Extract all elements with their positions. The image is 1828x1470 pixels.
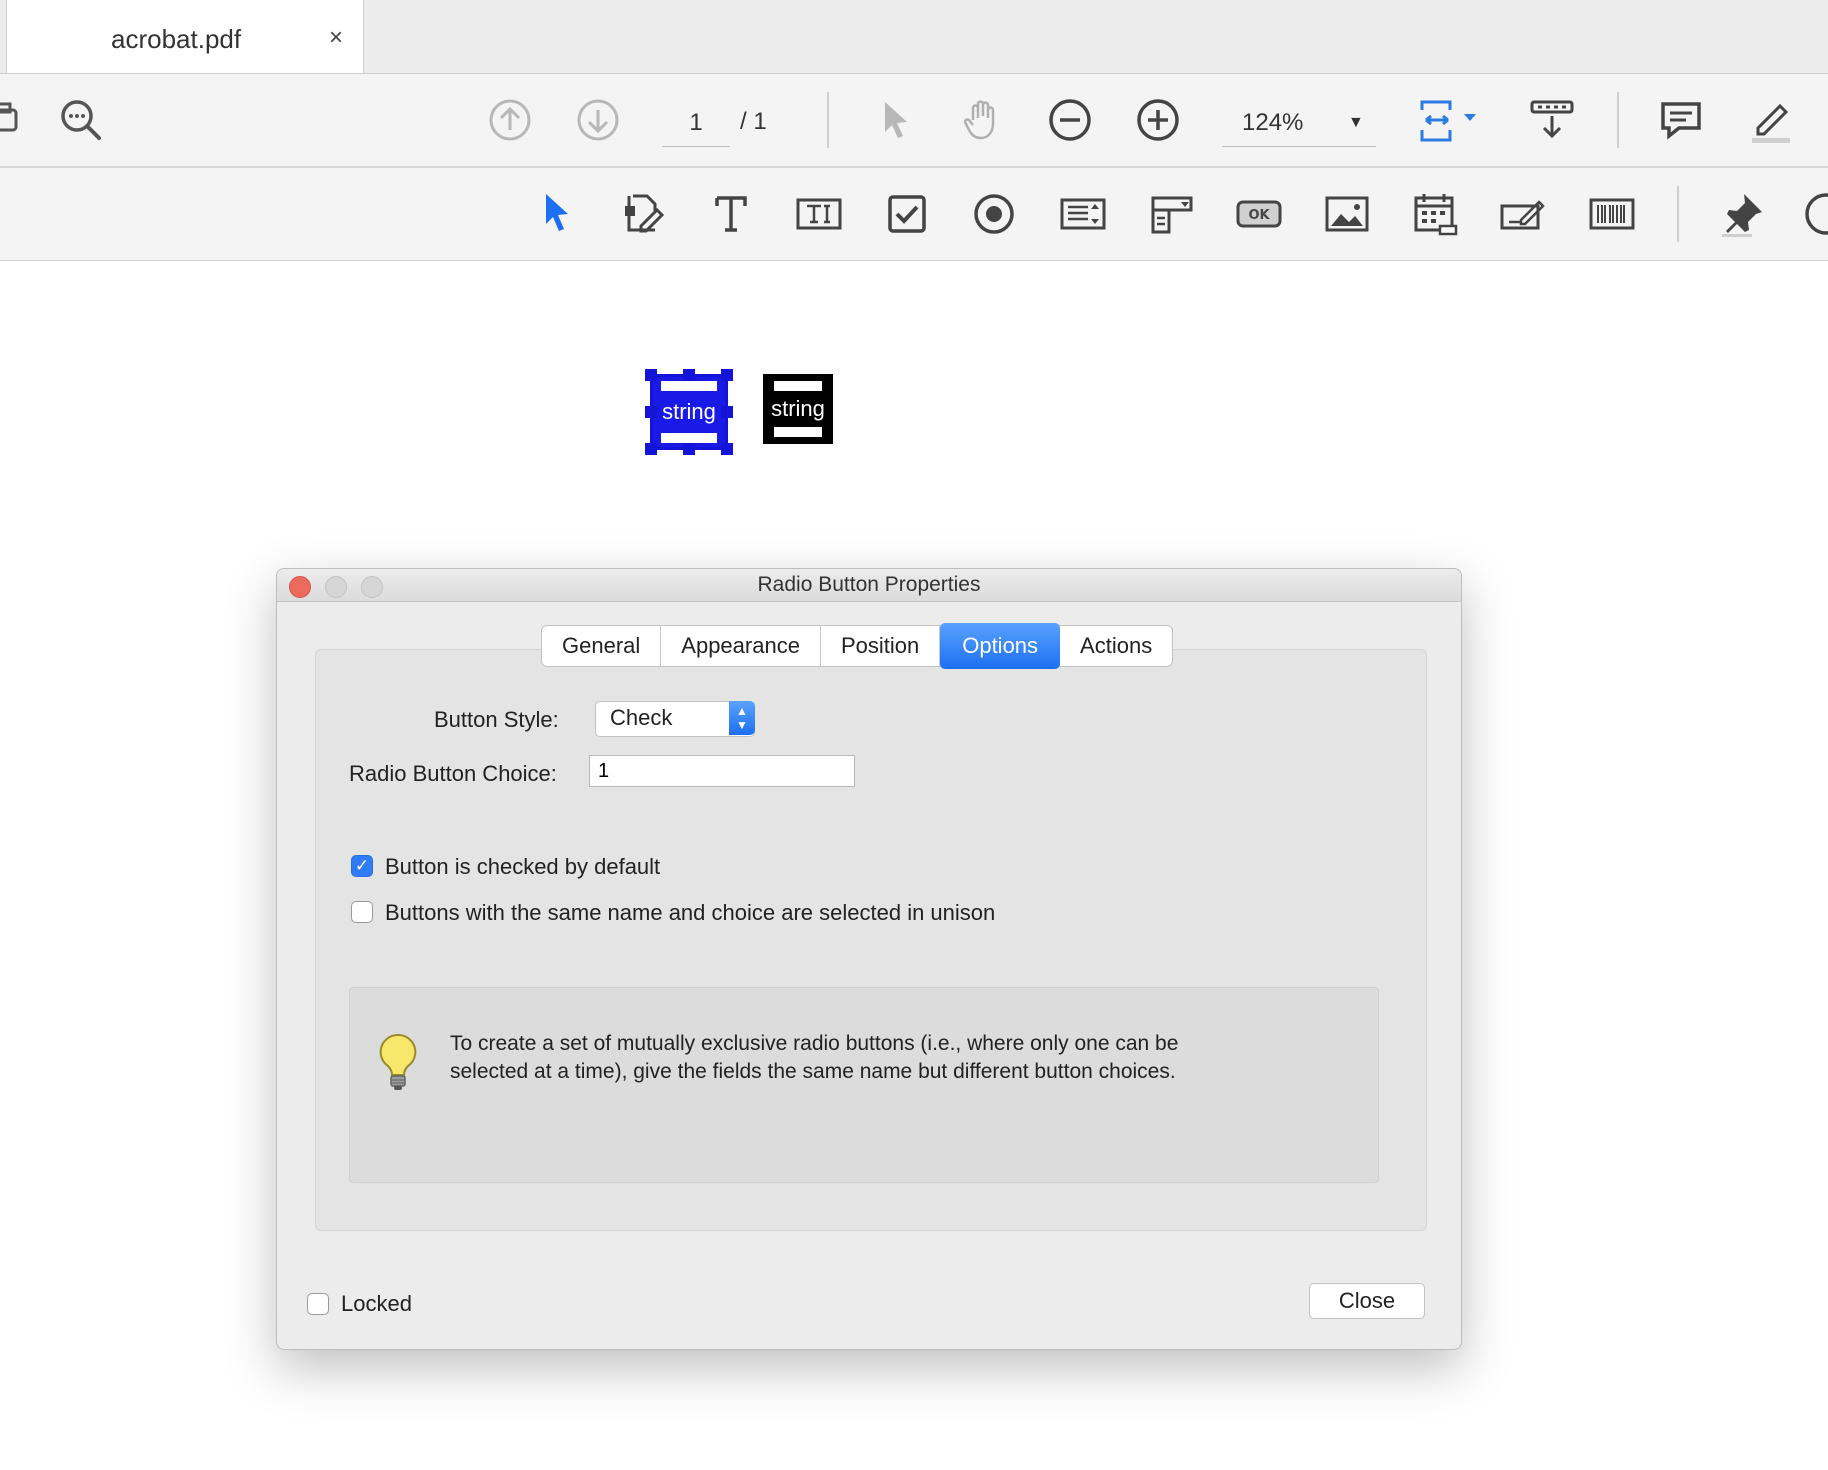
button-style-label: Button Style: — [434, 707, 559, 732]
tab-bar: General Appearance Position Options Acti… — [541, 623, 1174, 669]
field-selected-label: string — [662, 399, 716, 424]
dialog-title: Radio Button Properties — [757, 573, 981, 596]
tip-text: To create a set of mutually exclusive ra… — [450, 1030, 1340, 1086]
checked-by-default-checkbox[interactable]: ✓ — [351, 855, 373, 877]
unison-label: Buttons with the same name and choice ar… — [385, 900, 996, 925]
button-style-value: Check — [610, 705, 673, 730]
image-icon[interactable] — [1321, 188, 1373, 240]
zoom-dropdown[interactable]: 124% ▼ — [1222, 100, 1376, 147]
dialog-titlebar[interactable]: Radio Button Properties — [277, 569, 1461, 602]
comment-icon[interactable] — [1655, 94, 1707, 146]
tab-strip: acrobat.pdf × — [0, 0, 1828, 74]
close-button[interactable]: Close — [1309, 1283, 1425, 1319]
edit-form-icon[interactable] — [617, 188, 669, 240]
page-number-input[interactable]: 1 — [662, 100, 730, 147]
locked-checkbox[interactable] — [307, 1293, 329, 1315]
locked-label: Locked — [341, 1291, 412, 1316]
resize-handle[interactable] — [645, 406, 657, 418]
lightbulb-icon — [379, 1033, 417, 1090]
select-object-icon[interactable] — [530, 188, 582, 240]
field-plain-label: string — [771, 396, 825, 421]
zoom-out-icon[interactable] — [1044, 94, 1096, 146]
radio-button-choice-label: Radio Button Choice: — [349, 761, 557, 786]
print-icon[interactable] — [0, 94, 30, 146]
unison-checkbox[interactable] — [351, 901, 373, 923]
checked-by-default-label: Button is checked by default — [385, 854, 661, 879]
separator — [827, 92, 829, 148]
text-field-icon[interactable] — [793, 188, 845, 240]
chevron-down-icon: ▼ — [1348, 114, 1364, 131]
hand-icon[interactable] — [957, 94, 1009, 146]
separator — [1617, 92, 1619, 148]
resize-handle[interactable] — [645, 369, 657, 381]
resize-handle[interactable] — [721, 406, 733, 418]
barcode-icon[interactable] — [1586, 188, 1638, 240]
tab-general[interactable]: General — [542, 626, 662, 666]
document-tab[interactable]: acrobat.pdf × — [6, 0, 364, 73]
resize-handle[interactable] — [721, 443, 733, 455]
field-bar-bottom — [774, 427, 822, 437]
text-icon[interactable] — [705, 188, 757, 240]
tab-appearance[interactable]: Appearance — [661, 626, 821, 666]
resize-handle[interactable] — [683, 369, 695, 381]
signature-icon[interactable] — [1497, 188, 1549, 240]
highlight-icon[interactable] — [1744, 94, 1796, 146]
checkbox-icon[interactable] — [881, 188, 933, 240]
zoom-value: 124% — [1242, 109, 1304, 136]
field-bar-top — [774, 381, 822, 391]
tab-position[interactable]: Position — [821, 626, 941, 666]
document-tab-title: acrobat.pdf — [111, 24, 242, 54]
page-up-icon[interactable] — [484, 94, 536, 146]
main-toolbar: 1 / 1 124% ▼ — [0, 74, 1828, 168]
separator — [1677, 186, 1679, 242]
radio-field-selected[interactable]: string — [645, 369, 733, 455]
resize-handle[interactable] — [645, 443, 657, 455]
fit-page-icon[interactable] — [1412, 94, 1488, 146]
tip-line-1: To create a set of mutually exclusive ra… — [450, 1032, 1179, 1055]
forms-toolbar: OK — [0, 168, 1828, 261]
tab-options[interactable]: Options — [940, 623, 1061, 669]
page-total: / 1 — [740, 108, 767, 135]
radio-button-choice-input[interactable] — [589, 755, 855, 787]
tip-box: To create a set of mutually exclusive ra… — [349, 987, 1379, 1183]
tip-line-2: selected at a time), give the fields the… — [450, 1060, 1176, 1083]
field-bar-bottom — [661, 433, 717, 443]
pin-icon[interactable] — [1716, 188, 1768, 240]
list-box-icon[interactable] — [1057, 188, 1109, 240]
radio-button-properties-dialog: Radio Button Properties General Appearan… — [276, 568, 1462, 1350]
search-icon[interactable] — [55, 94, 107, 146]
select-arrow-icon[interactable] — [869, 94, 921, 146]
help-icon[interactable] — [1800, 188, 1828, 240]
field-bar-top — [661, 381, 717, 391]
svg-text:OK: OK — [1248, 208, 1270, 223]
close-tab-icon[interactable]: × — [329, 24, 343, 52]
radio-field[interactable]: string — [763, 374, 833, 444]
page-down-icon[interactable] — [572, 94, 624, 146]
chevron-updown-icon: ▲ ▼ — [729, 701, 755, 735]
scroll-mode-icon[interactable] — [1526, 94, 1578, 146]
zoom-in-icon[interactable] — [1132, 94, 1184, 146]
button-icon[interactable]: OK — [1233, 188, 1285, 240]
resize-handle[interactable] — [683, 443, 695, 455]
radio-button-icon[interactable] — [968, 188, 1020, 240]
tab-actions[interactable]: Actions — [1060, 626, 1172, 666]
button-style-select[interactable]: Check ▲ ▼ — [595, 701, 755, 737]
dropdown-icon[interactable] — [1145, 188, 1197, 240]
date-field-icon[interactable] — [1410, 188, 1462, 240]
resize-handle[interactable] — [721, 369, 733, 381]
